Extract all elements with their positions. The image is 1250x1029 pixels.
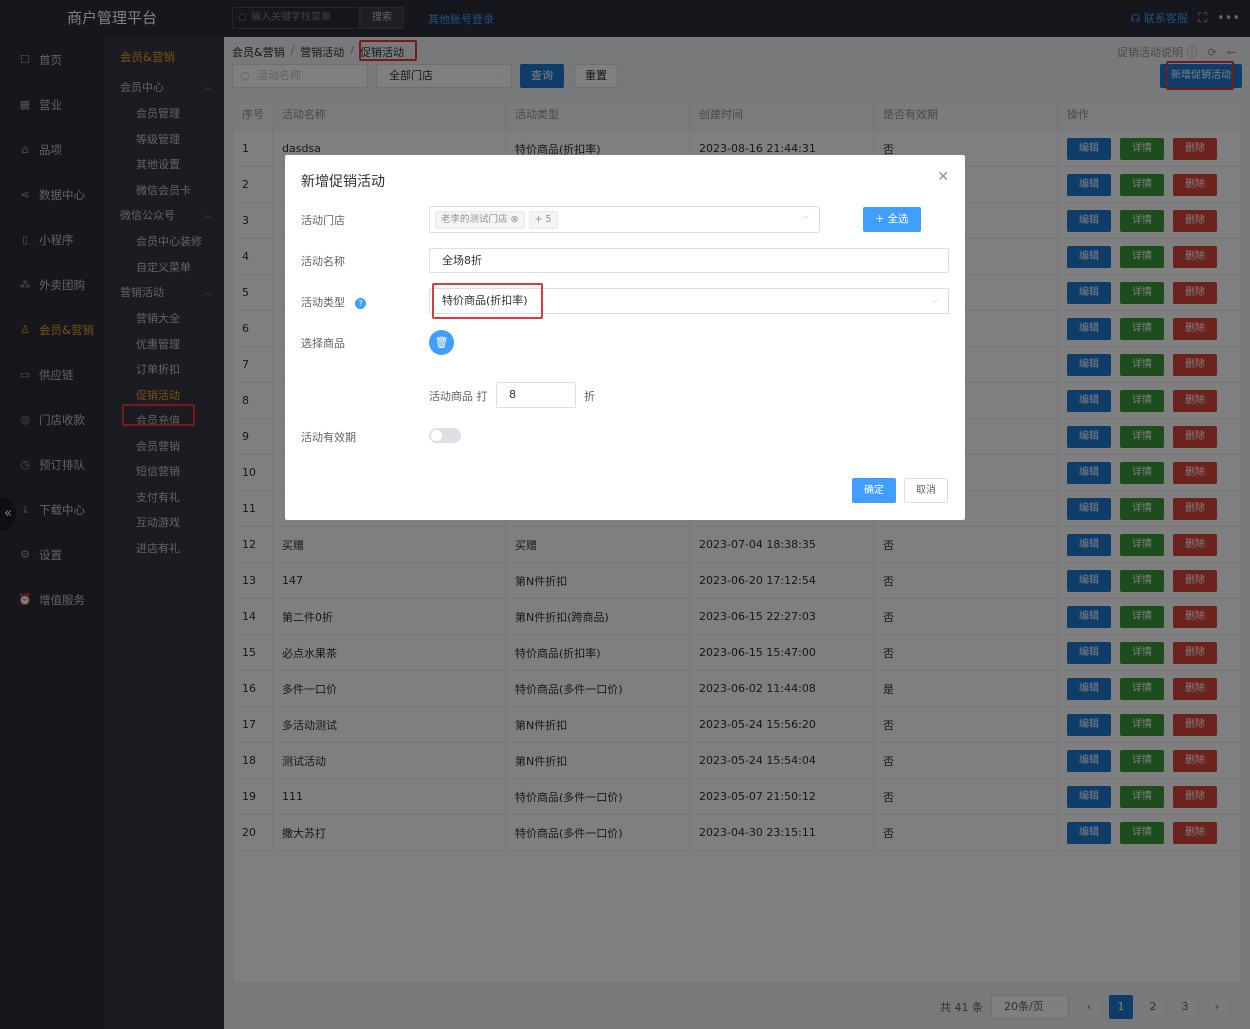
select-goods-button[interactable]: 🗑 xyxy=(429,330,454,355)
store-tag: 老李的测试门店 ⊗ xyxy=(435,211,525,229)
close-icon[interactable]: ✕ xyxy=(937,169,949,185)
name-label: 活动名称 xyxy=(301,255,345,268)
store-tag-label: 老李的测试门店 xyxy=(441,214,508,225)
help-icon[interactable]: ? xyxy=(355,298,366,309)
toggle-knob xyxy=(431,430,442,441)
select-all-button[interactable]: + 全选 xyxy=(863,207,921,232)
validity-label: 活动有效期 xyxy=(301,431,356,444)
tag-close-icon[interactable]: ⊗ xyxy=(511,214,519,225)
store-more-tag: + 5 xyxy=(528,211,558,229)
cancel-button[interactable]: 取消 xyxy=(904,478,948,503)
goods-label: 选择商品 xyxy=(301,337,345,350)
highlight-box-type xyxy=(432,283,543,319)
confirm-button[interactable]: 确定 xyxy=(852,478,896,503)
trash-icon: 🗑 xyxy=(434,336,449,349)
chevron-down-icon: ⌵ xyxy=(802,212,809,222)
discount-prefix: 活动商品 打 xyxy=(429,390,488,403)
validity-toggle[interactable] xyxy=(429,428,461,443)
type-label-row: 活动类型? xyxy=(301,294,366,310)
activity-name-input[interactable]: 全场8折 xyxy=(429,248,949,273)
add-promotion-dialog: 新增促销活动 ✕ 活动门店 老李的测试门店 ⊗ + 5 ⌵ + 全选 活动名称 全… xyxy=(285,155,965,520)
discount-suffix: 折 xyxy=(584,390,595,403)
chevron-down-icon: ⌵ xyxy=(931,296,938,306)
type-label: 活动类型 xyxy=(301,296,345,309)
discount-input[interactable]: 8 xyxy=(496,382,576,408)
store-label: 活动门店 xyxy=(301,214,345,227)
dialog-title: 新增促销活动 xyxy=(301,174,385,190)
store-multiselect[interactable]: 老李的测试门店 ⊗ + 5 ⌵ xyxy=(429,206,820,233)
